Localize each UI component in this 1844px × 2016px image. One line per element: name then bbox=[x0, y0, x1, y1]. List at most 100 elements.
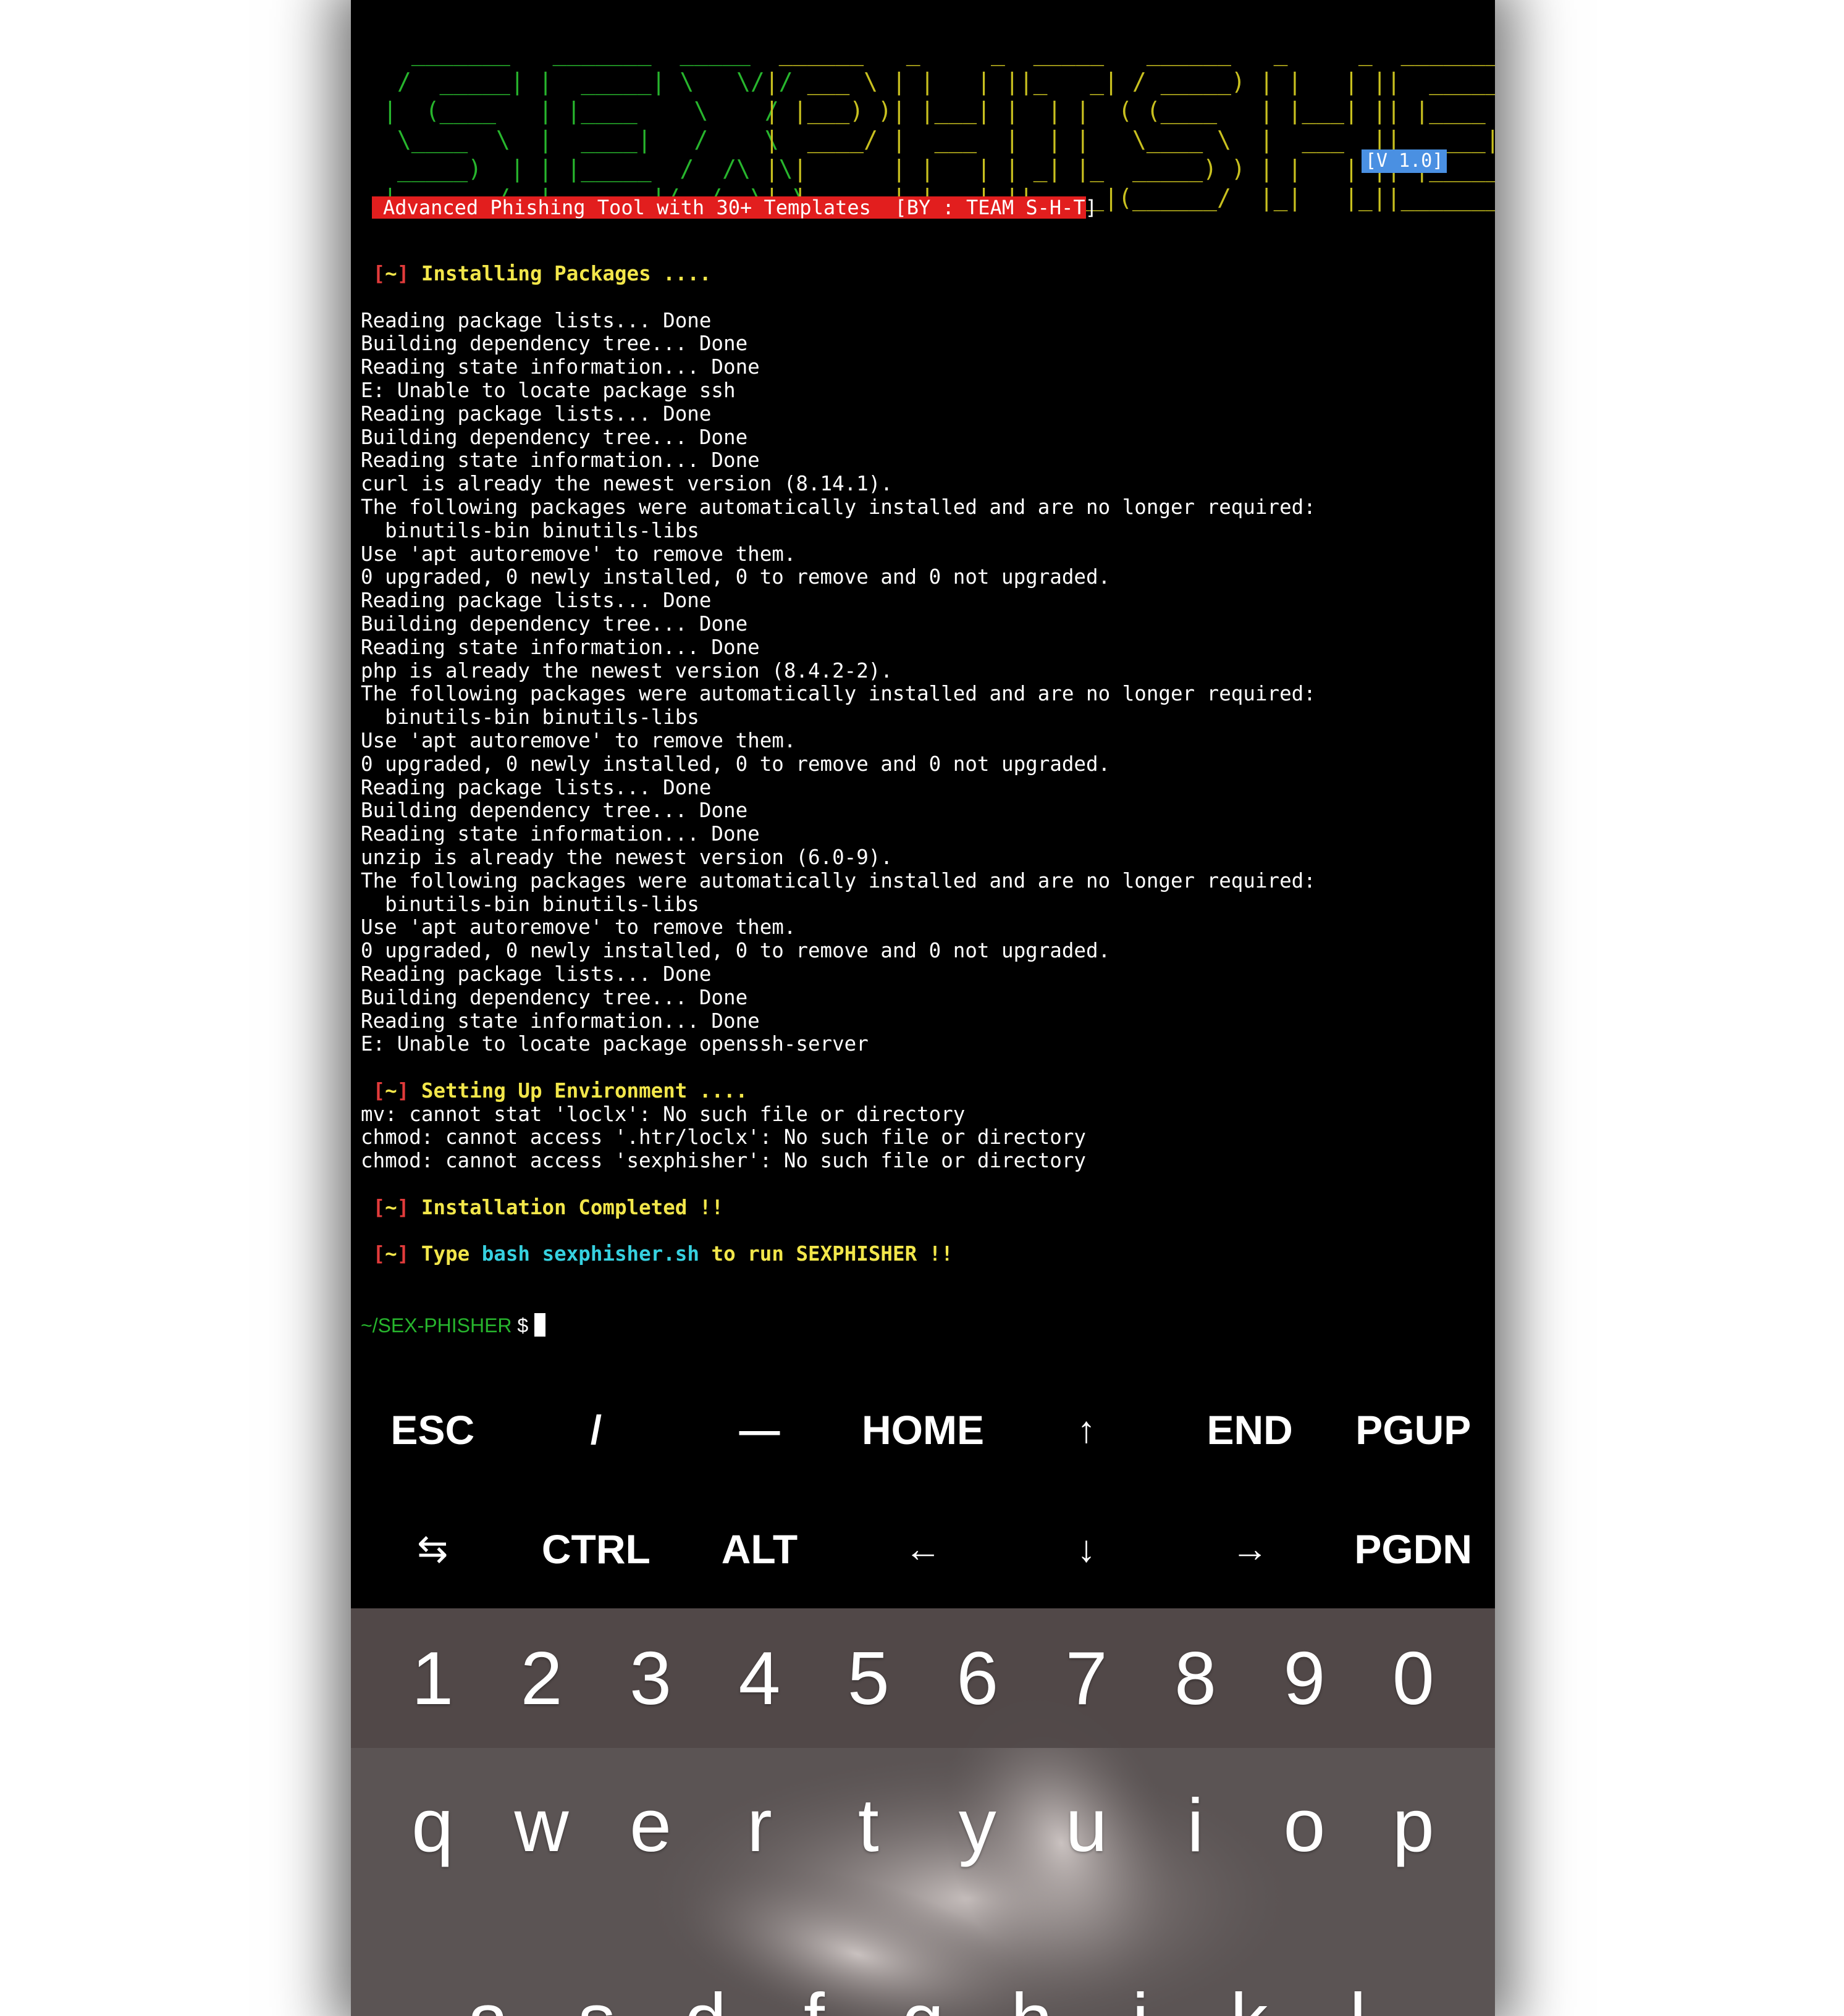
status-bracket-open: [ bbox=[373, 1078, 385, 1102]
log-line: Use 'apt autoremove' to remove them. bbox=[361, 915, 796, 939]
log-line: 0 upgraded, 0 newly installed, 0 to remo… bbox=[361, 939, 1111, 963]
key-d[interactable]: d bbox=[651, 1902, 760, 2016]
prompt-path: ~/SEX-PHISHER bbox=[361, 1314, 512, 1337]
log-line: Reading state information... Done bbox=[361, 635, 760, 659]
log-line: Reading state information... Done bbox=[361, 448, 760, 472]
log-line: php is already the newest version (8.4.2… bbox=[361, 658, 893, 682]
ctrl-key[interactable]: CTRL bbox=[515, 1489, 678, 1608]
key-i[interactable]: i bbox=[1141, 1748, 1250, 1902]
key-8[interactable]: 8 bbox=[1141, 1608, 1250, 1748]
log-line: Building dependency tree... Done bbox=[361, 332, 748, 356]
status-bracket-close: ] bbox=[397, 262, 410, 285]
log-line: curl is already the newest version (8.14… bbox=[361, 472, 893, 496]
key-4[interactable]: 4 bbox=[705, 1608, 814, 1748]
key-w[interactable]: w bbox=[487, 1748, 596, 1902]
log-line: Reading state information... Done bbox=[361, 355, 760, 379]
end-key[interactable]: END bbox=[1168, 1370, 1332, 1489]
keyboard-row-q: q w e r t y u i o p bbox=[351, 1748, 1495, 1902]
log-line: Reading package lists... Done bbox=[361, 401, 712, 426]
status-line-environment: [~] Setting Up Environment .... bbox=[361, 1078, 1485, 1103]
terminal-output[interactable]: _______ _______ _____ _ / _____| | _____… bbox=[351, 0, 1495, 1359]
soft-keyboard: 1 2 3 4 5 6 7 8 9 0 q w e r t y u i o p bbox=[351, 1608, 1495, 2016]
arrow-right-key[interactable]: → bbox=[1168, 1489, 1332, 1608]
key-o[interactable]: o bbox=[1250, 1748, 1358, 1902]
status-line-installing: [~] Installing Packages .... bbox=[361, 262, 1485, 286]
key-t[interactable]: t bbox=[814, 1748, 923, 1902]
esc-key[interactable]: ESC bbox=[351, 1370, 515, 1489]
key-9[interactable]: 9 bbox=[1250, 1608, 1358, 1748]
log-line: Reading state information... Done bbox=[361, 1009, 760, 1033]
key-l[interactable]: l bbox=[1303, 1902, 1412, 2016]
slash-key[interactable]: / bbox=[515, 1370, 678, 1489]
extra-keys-bar: ESC / — HOME ↑ END PGUP ⇆ CTRL ALT ← ↓ →… bbox=[351, 1370, 1495, 1608]
log-line: Reading state information... Done bbox=[361, 822, 760, 846]
key-0[interactable]: 0 bbox=[1359, 1608, 1468, 1748]
dash-key[interactable]: — bbox=[678, 1370, 841, 1489]
key-g[interactable]: g bbox=[869, 1902, 977, 2016]
prompt-symbol: $ bbox=[512, 1314, 529, 1337]
log-line: Building dependency tree... Done bbox=[361, 985, 748, 1009]
log-line: chmod: cannot access 'sexphisher': No su… bbox=[361, 1149, 1086, 1173]
banner-phisher-ascii: ______ _ _ _____ ______ _ _ _______ ____… bbox=[765, 39, 1495, 211]
log-line: binutils-bin binutils-libs bbox=[361, 705, 699, 729]
key-h[interactable]: h bbox=[977, 1902, 1086, 2016]
log-line: chmod: cannot access '.htr/loclx': No su… bbox=[361, 1125, 1086, 1149]
log-line: Reading package lists... Done bbox=[361, 775, 712, 799]
log-line: Building dependency tree... Done bbox=[361, 799, 748, 823]
log-line: Building dependency tree... Done bbox=[361, 611, 748, 636]
key-k[interactable]: k bbox=[1195, 1902, 1303, 2016]
home-key[interactable]: HOME bbox=[841, 1370, 1005, 1489]
key-j[interactable]: j bbox=[1086, 1902, 1195, 2016]
banner-sex-ascii: _______ _______ _____ _ / _____| | _____… bbox=[383, 39, 807, 211]
key-3[interactable]: 3 bbox=[596, 1608, 705, 1748]
key-5[interactable]: 5 bbox=[814, 1608, 923, 1748]
key-f[interactable]: f bbox=[760, 1902, 869, 2016]
key-1[interactable]: 1 bbox=[378, 1608, 487, 1748]
key-2[interactable]: 2 bbox=[487, 1608, 596, 1748]
status-completed-text: Installation Completed !! bbox=[421, 1195, 724, 1219]
key-r[interactable]: r bbox=[705, 1748, 814, 1902]
log-line: Reading package lists... Done bbox=[361, 589, 712, 613]
status-tilde: ~ bbox=[385, 1078, 397, 1102]
tab-key[interactable]: ⇆ bbox=[351, 1489, 515, 1608]
alt-key[interactable]: ALT bbox=[678, 1489, 841, 1608]
phone-screen: _______ _______ _____ _ / _____| | _____… bbox=[351, 0, 1495, 2016]
pgdn-key[interactable]: PGDN bbox=[1331, 1489, 1495, 1608]
log-line: mv: cannot stat 'loclx': No such file or… bbox=[361, 1102, 966, 1126]
key-q[interactable]: q bbox=[378, 1748, 487, 1902]
key-p[interactable]: p bbox=[1359, 1748, 1468, 1902]
log-line: Use 'apt autoremove' to remove them. bbox=[361, 542, 796, 566]
log-line: binutils-bin binutils-libs bbox=[361, 892, 699, 916]
status-tilde: ~ bbox=[385, 1242, 397, 1266]
extra-keys-row-2: ⇆ CTRL ALT ← ↓ → PGDN bbox=[351, 1489, 1495, 1608]
key-y[interactable]: y bbox=[923, 1748, 1032, 1902]
install-log-lines: Reading package lists... Done Building de… bbox=[361, 309, 1485, 1057]
status-bracket-open: [ bbox=[373, 1242, 385, 1266]
pgup-key[interactable]: PGUP bbox=[1331, 1370, 1495, 1489]
keyboard-number-row: 1 2 3 4 5 6 7 8 9 0 bbox=[351, 1608, 1495, 1748]
key-u[interactable]: u bbox=[1032, 1748, 1140, 1902]
log-line: 0 upgraded, 0 newly installed, 0 to remo… bbox=[361, 752, 1111, 776]
run-hint-prefix: Type bbox=[421, 1242, 482, 1266]
key-s[interactable]: s bbox=[542, 1902, 651, 2016]
key-7[interactable]: 7 bbox=[1032, 1608, 1140, 1748]
log-line: unzip is already the newest version (6.0… bbox=[361, 845, 893, 869]
extra-keys-row-1: ESC / — HOME ↑ END PGUP bbox=[351, 1370, 1495, 1489]
arrow-down-key[interactable]: ↓ bbox=[1004, 1489, 1168, 1608]
log-line: E: Unable to locate package ssh bbox=[361, 378, 736, 402]
log-line: Reading package lists... Done bbox=[361, 962, 712, 986]
key-e[interactable]: e bbox=[596, 1748, 705, 1902]
key-a[interactable]: a bbox=[434, 1902, 542, 2016]
log-line: E: Unable to locate package openssh-serv… bbox=[361, 1032, 869, 1056]
shell-prompt[interactable]: ~/SEX-PHISHER $ bbox=[361, 1313, 546, 1338]
arrow-left-key[interactable]: ← bbox=[841, 1489, 1005, 1608]
log-line: The following packages were automaticall… bbox=[361, 495, 1316, 519]
arrow-up-key[interactable]: ↑ bbox=[1004, 1370, 1168, 1489]
status-line-run-hint: [~] Type bash sexphisher.sh to run SEXPH… bbox=[361, 1243, 1485, 1266]
page: _______ _______ _____ _ / _____| | _____… bbox=[0, 0, 1844, 2016]
run-hint-command: bash sexphisher.sh bbox=[481, 1242, 699, 1266]
key-6[interactable]: 6 bbox=[923, 1608, 1032, 1748]
status-environment-text: Setting Up Environment .... bbox=[421, 1078, 748, 1102]
